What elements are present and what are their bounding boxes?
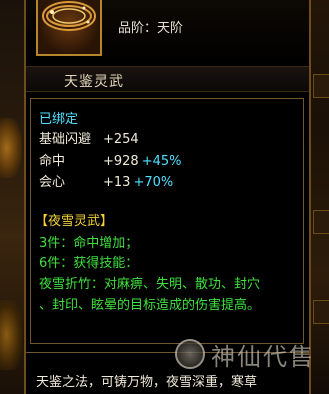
item-icon — [36, 0, 102, 56]
watermark: 神仙代售 — [175, 335, 325, 375]
stat-label: 基础闪避 — [39, 132, 92, 147]
set-bonus: 6件：获得技能： — [39, 256, 139, 271]
stat-label: 会心 — [39, 175, 66, 190]
set-name: 【夜雪灵武】 — [35, 214, 114, 229]
stat-row: 基础闪避 +254 — [39, 128, 139, 147]
item-title-bar: 天鉴灵武 — [26, 66, 309, 92]
scenery-glow — [0, 118, 22, 178]
ring-icon — [42, 1, 96, 31]
stat-value: +254 — [103, 132, 139, 147]
stat-percent: +45% — [141, 154, 182, 169]
stat-label: 命中 — [39, 154, 66, 169]
stat-percent: +70% — [133, 175, 174, 190]
game-background-left — [0, 0, 24, 394]
side-tab[interactable] — [313, 210, 329, 234]
side-tab[interactable] — [313, 74, 329, 98]
watermark-text: 神仙代售 — [211, 343, 315, 371]
scenery-glow-lower — [0, 300, 22, 370]
set-bonus: 3件：命中增加； — [39, 236, 139, 251]
stat-value: +13 — [103, 175, 131, 190]
stat-row: 会心 +13 +70% — [39, 171, 173, 190]
item-name: 天鉴灵武 — [64, 74, 124, 90]
item-details-panel: 已绑定 基础闪避 +254 命中 +928 +45% 会心 +13 +70% 【夜雪灵武】… — [30, 98, 304, 344]
set-skill: 夜雪折竹：对麻痹、失明、散功、封穴 — [39, 277, 261, 292]
set-skill: 、封印、眩晕的目标造成的伤害提高。 — [39, 298, 261, 313]
tooltip-header: 品阶：天阶 — [26, 0, 309, 66]
watermark-logo-icon — [175, 339, 205, 369]
bound-status: 已绑定 — [39, 112, 79, 127]
side-tab[interactable] — [313, 300, 329, 324]
stat-value: +928 — [103, 154, 139, 169]
item-grade: 品阶：天阶 — [118, 21, 184, 36]
stat-row: 命中 +928 +45% — [39, 150, 182, 169]
